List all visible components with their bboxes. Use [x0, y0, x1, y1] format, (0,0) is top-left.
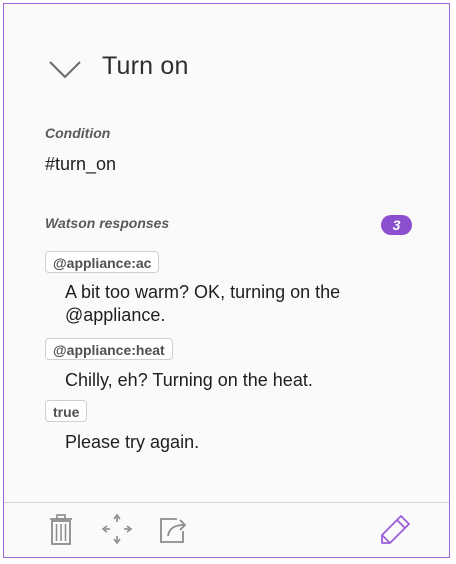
footer-divider [4, 502, 449, 503]
node-title: Turn on [102, 52, 189, 80]
response-text: Chilly, eh? Turning on the heat. [65, 370, 313, 390]
move-icon[interactable] [100, 512, 134, 546]
responses-count-badge: 3 [381, 215, 412, 235]
condition-value: #turn_on [45, 154, 117, 174]
chevron-down-icon[interactable] [48, 58, 82, 82]
responses-label: Watson responses [45, 215, 170, 231]
response-text: Please try again. [65, 432, 200, 452]
response-condition-tag: @appliance:heat [45, 338, 173, 360]
export-icon[interactable] [157, 512, 191, 546]
response-condition-tag: @appliance:ac [45, 251, 160, 273]
trash-icon[interactable] [44, 512, 78, 546]
node-header[interactable]: Turn on [4, 4, 449, 134]
condition-label: Condition [45, 125, 111, 141]
pencil-icon[interactable] [379, 512, 413, 546]
dialog-node-card: Turn on Condition #turn_on Watson respon… [3, 3, 450, 558]
response-condition-tag: true [45, 400, 88, 422]
response-text: A bit too warm? OK, turning on the @appl… [65, 282, 341, 325]
